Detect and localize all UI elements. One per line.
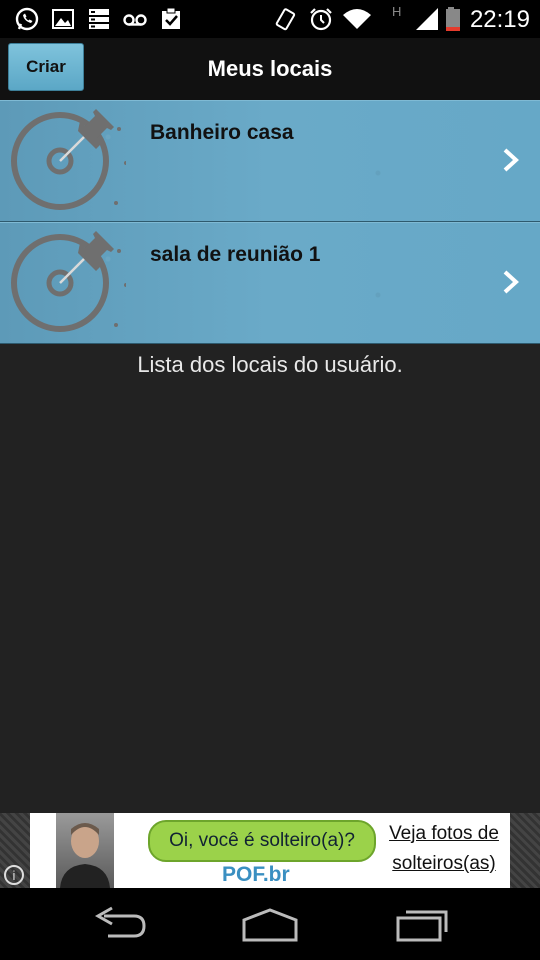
list-item-location[interactable]: sala de reunião 1 [0,222,540,344]
vibrate-icon [275,8,296,31]
page-title: Meus locais [207,56,333,81]
list-item-location[interactable]: Banheiro casa [0,100,540,222]
location-name: sala de reunião 1 [150,243,321,266]
location-name: Banheiro casa [150,121,294,144]
action-bar: Criar Meus locais [0,38,540,100]
ad-cta[interactable]: Veja fotos de solteiros(as) [382,819,506,879]
voicemail-icon [123,14,147,26]
ad-area: Oi, você é solteiro(a)? POF.br Veja foto… [0,813,540,888]
list-caption: Lista dos locais do usuário. [137,352,403,377]
gallery-icon [52,9,74,29]
locations-list: Banheiro casa sala de reunião 1 [0,100,540,344]
network-type: H [392,4,402,19]
pushpin-target-icon [11,231,126,332]
navigation-bar [0,888,540,960]
ad-bubble: Oi, você é solteiro(a)? [148,820,376,862]
ad-photo [56,813,114,888]
clipboard-check-icon [162,7,180,29]
signal-icon [416,8,438,30]
ad-banner[interactable]: Oi, você é solteiro(a)? POF.br Veja foto… [30,813,510,888]
chevron-right-icon [503,148,519,172]
ad-cta-line2: solteiros(as) [392,853,496,874]
battery-icon [446,7,460,31]
ad-cta-line1: Veja fotos de [389,823,499,844]
clock: 22:19 [469,6,530,33]
info-icon[interactable]: i [4,865,24,885]
recents-icon[interactable] [392,906,452,942]
alarm-icon [310,8,332,31]
wifi-icon [343,9,371,29]
storage-icon [89,9,109,29]
pushpin-target-icon [11,109,126,210]
chevron-right-icon [503,270,519,294]
whatsapp-icon [15,7,39,31]
ad-brand: POF.br [222,863,290,886]
home-icon[interactable] [240,906,300,942]
status-bar: H 22:19 [0,0,540,38]
back-icon[interactable] [90,906,150,942]
